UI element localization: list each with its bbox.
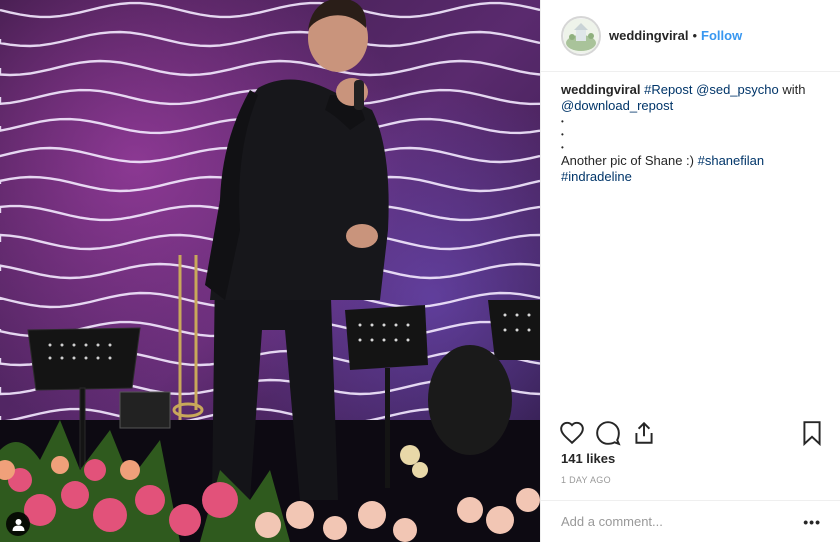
caption-ellipsis: • • • [561, 114, 820, 153]
post-caption: weddingviral #Repost @sed_psycho with @d… [541, 72, 840, 185]
tagged-user-button[interactable] [6, 512, 30, 536]
hashtag-indradeline[interactable]: #indradeline [561, 169, 632, 184]
instagram-post: weddingviral • Follow weddingviral #Repo… [0, 0, 840, 542]
save-button[interactable] [799, 420, 825, 447]
caption-username[interactable]: weddingviral [561, 82, 640, 97]
heart-icon [560, 421, 584, 445]
comment-input[interactable] [561, 514, 804, 529]
bookmark-icon [803, 421, 821, 447]
post-header: weddingviral • Follow [541, 0, 840, 72]
caption-with-text: with [778, 82, 806, 97]
mention-sed-psycho[interactable]: @sed_psycho [696, 82, 779, 97]
profile-avatar-icon [564, 18, 598, 53]
header-separator: • [692, 28, 698, 43]
like-button[interactable] [559, 420, 585, 446]
hashtag-shanefilan[interactable]: #shanefilan [698, 153, 765, 168]
user-tag-icon [12, 518, 24, 531]
share-button[interactable] [631, 420, 657, 446]
comment-button[interactable] [595, 420, 621, 446]
post-timestamp[interactable]: 1 DAY AGO [561, 475, 611, 485]
mention-download-repost[interactable]: @download_repost [561, 98, 673, 113]
more-options-button[interactable]: ••• [803, 514, 821, 530]
avatar[interactable] [561, 15, 601, 56]
comment-icon [596, 421, 621, 446]
header-username[interactable]: weddingviral [609, 28, 688, 43]
share-icon [635, 421, 653, 444]
caption-dots: • • • [561, 117, 568, 152]
follow-button[interactable]: Follow [701, 28, 742, 43]
comment-form: ••• [541, 500, 840, 542]
post-actions [541, 420, 840, 448]
post-photo[interactable] [0, 0, 540, 542]
hashtag-repost[interactable]: #Repost [644, 82, 692, 97]
likes-count[interactable]: 141 likes [561, 451, 615, 466]
post-side-panel: weddingviral • Follow weddingviral #Repo… [540, 0, 840, 542]
concert-scene [0, 0, 540, 542]
caption-text: Another pic of Shane :) [561, 153, 694, 168]
